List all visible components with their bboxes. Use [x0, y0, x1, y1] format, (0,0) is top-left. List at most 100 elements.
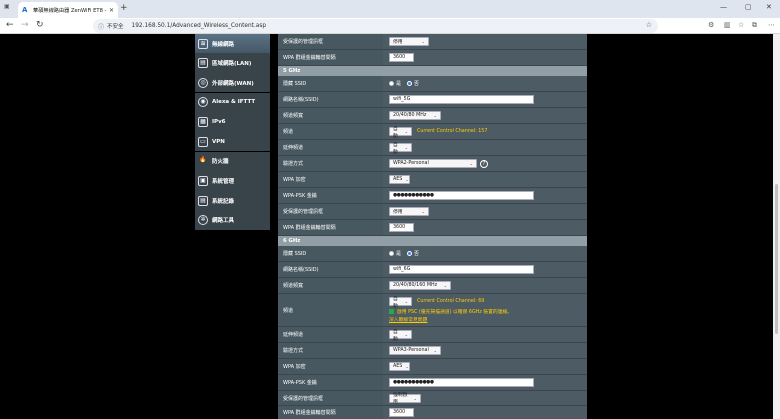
hide-ssid-no-radio[interactable]: 否	[407, 80, 419, 87]
sidebar-item-wireless[interactable]: ≋ 無線網路	[195, 34, 270, 53]
page-scrollbar[interactable]	[773, 34, 780, 419]
sidebar-item-ipv6[interactable]: ▦ IPv6	[195, 112, 270, 132]
sidebar-item-label: 網路工具	[212, 218, 235, 225]
bandwidth-label: 頻道頻寬	[278, 278, 383, 293]
ext-channel-5g-select[interactable]: 自動 ⌄	[389, 143, 412, 155]
hide-ssid-no-radio[interactable]: 否	[407, 250, 419, 257]
ext-channel-6g-select[interactable]: 自動 ⌄	[389, 329, 412, 342]
gtk-interval-5g-input[interactable]: 3600	[389, 223, 414, 232]
wpa-encryption-5g-select[interactable]: AES ⌄	[389, 175, 410, 184]
current-channel-note: Current Control Channel: 69	[417, 299, 485, 304]
settings-row: 受保護的管理訊框 停用 ⌄	[278, 204, 587, 220]
minimize-icon[interactable]: —	[720, 3, 727, 11]
sidebar-item-tools[interactable]: ✲ 網路工具	[195, 210, 270, 231]
settings-row: 驗證方式 WPA3-Personal ⌄	[278, 343, 587, 359]
protected-mgmt-label: 受保護的管理訊框	[278, 204, 383, 219]
bandwidth-5g-select[interactable]: 20/40/80 MHz ⌄	[389, 111, 441, 120]
favorites-icon[interactable]: ☆	[738, 21, 744, 29]
protected-mgmt-5g-select[interactable]: 停用 ⌄	[389, 207, 429, 216]
settings-row: WPA 群組金鑰輪替間隔 3600	[278, 406, 587, 419]
radio-dot	[389, 251, 394, 256]
channel-5g-select[interactable]: 自動 ⌄	[389, 127, 412, 139]
current-channel-note: Current Control Channel: 157	[417, 129, 488, 134]
chevron-down-icon: ⌄	[404, 129, 408, 134]
scrollbar-thumb[interactable]	[775, 184, 778, 334]
protected-mgmt-select[interactable]: 停用 ⌄	[389, 37, 429, 46]
url-box[interactable]: ⓘ 不安全 192.168.50.1/Advanced_Wireless_Con…	[93, 19, 658, 33]
settings-row: 受保護的管理訊框 停用 ⌄	[278, 34, 587, 50]
psc-checkbox[interactable]	[389, 309, 394, 314]
sidebar-item-lan[interactable]: ▤ 區域網路(LAN)	[195, 53, 270, 73]
sidebar-item-wan[interactable]: ◎ 外部網路(WAN)	[195, 72, 270, 93]
settings-row: WPA 群組金鑰輪替間隔 3600	[278, 220, 587, 236]
settings-row: 驗證方式 WPA2-Personal ⌄ ?	[278, 156, 587, 172]
bandwidth-label: 頻道頻寬	[278, 108, 383, 123]
new-tab-button[interactable]: +	[120, 3, 128, 13]
sidebar-item-firewall[interactable]: 🔥 防火牆	[195, 151, 270, 172]
wpa-psk-label: WPA-PSK 金鑰	[278, 188, 383, 203]
radio-dot	[389, 81, 394, 86]
settings-row: 受保護的管理訊框 強制啟用 ⌄	[278, 391, 587, 406]
hide-ssid-label: 隱藏 SSID	[278, 246, 383, 261]
maximize-icon[interactable]: ▢	[745, 3, 752, 11]
insecure-label: 不安全	[107, 24, 124, 30]
log-icon: ▤	[198, 195, 208, 206]
star-icon[interactable]: ☆	[646, 21, 652, 29]
close-window-icon[interactable]: ✕	[766, 3, 772, 11]
channel-6g-select[interactable]: 自動 ⌄	[389, 297, 412, 309]
browser-tab[interactable]: A 華碩無線路由器 ZenWiFi ET8 - ✕	[18, 2, 118, 18]
chevron-down-icon: ⌄	[405, 177, 409, 182]
admin-icon: ▣	[198, 176, 208, 187]
split-icon[interactable]: ▥	[724, 21, 731, 29]
collections-icon[interactable]: ⧉	[752, 21, 757, 30]
info-icon[interactable]: ⓘ	[98, 22, 104, 31]
ssid-5g-input[interactable]: wifi_5G	[389, 95, 534, 104]
tab-title: 華碩無線路由器 ZenWiFi ET8 -	[33, 7, 107, 14]
radio-label: 否	[414, 81, 420, 87]
more-icon[interactable]: ⋯	[768, 21, 775, 29]
select-value: 停用	[393, 40, 403, 45]
faq-link[interactable]: 深入瞭解常見問題	[389, 318, 427, 323]
hide-ssid-yes-radio[interactable]: 是	[389, 80, 401, 87]
wireless-settings-panel: 受保護的管理訊框 停用 ⌄ WPA 群組金鑰輪替間隔 3600 5 GHz 隱藏 …	[278, 34, 587, 419]
reload-icon[interactable]: ↻	[36, 20, 44, 30]
settings-row: 隱藏 SSID 是 否	[278, 76, 587, 92]
protected-mgmt-label: 受保護的管理訊框	[278, 391, 383, 405]
sidebar-item-alexa[interactable]: ◉ Alexa & IFTTT	[195, 92, 270, 113]
radio-dot	[407, 81, 413, 86]
auth-method-label: 驗證方式	[278, 156, 383, 171]
bandwidth-6g-select[interactable]: 20/40/80/160 MHz ⌄	[389, 281, 451, 290]
help-icon[interactable]: ?	[480, 159, 488, 168]
ssid-label: 網路名稱(SSID)	[278, 262, 383, 277]
settings-row: 頻道頻寬 20/40/80 MHz ⌄	[278, 108, 587, 124]
back-icon[interactable]: ←	[6, 20, 14, 30]
settings-row: WPA 加密 AES ⌄	[278, 172, 587, 188]
url-text[interactable]: 192.168.50.1/Advanced_Wireless_Content.a…	[132, 23, 267, 29]
menu-icon[interactable]: ▣	[4, 3, 14, 13]
sidebar-item-admin[interactable]: ▣ 系統管理	[195, 171, 270, 191]
settings-row: WPA-PSK 金鑰 ●●●●●●●●●●●	[278, 375, 587, 391]
auth-method-5g-select[interactable]: WPA2-Personal ⌄	[389, 159, 477, 168]
ssid-6g-input[interactable]: wifi_6G	[389, 265, 534, 274]
wpa-encryption-label: WPA 加密	[278, 172, 383, 187]
extensions-icon[interactable]: ⚙	[708, 21, 714, 29]
wpa-psk-5g-input[interactable]: ●●●●●●●●●●●	[389, 191, 534, 200]
sidebar-item-vpn[interactable]: ▭ VPN	[195, 132, 270, 152]
close-tab-icon[interactable]: ✕	[109, 7, 114, 14]
auth-method-6g-select[interactable]: WPA3-Personal ⌄	[389, 346, 441, 355]
settings-row: 延伸頻道 自動 ⌄	[278, 327, 587, 343]
chevron-down-icon: ⌄	[413, 395, 417, 401]
sidebar-item-log[interactable]: ▤ 系統記錄	[195, 191, 270, 211]
forward-icon[interactable]: →	[21, 20, 29, 30]
gtk-interval-6g-input[interactable]: 3600	[389, 408, 414, 417]
hide-ssid-yes-radio[interactable]: 是	[389, 250, 401, 257]
gtk-interval-label: WPA 群組金鑰輪替間隔	[278, 406, 383, 419]
gtk-interval-input[interactable]: 3600	[389, 53, 414, 62]
radio-label: 是	[396, 81, 402, 87]
select-value: 自動	[393, 329, 398, 342]
wpa-psk-6g-input[interactable]: ●●●●●●●●●●●	[389, 378, 534, 387]
protected-mgmt-6g-select[interactable]: 強制啟用 ⌄	[389, 393, 421, 405]
chevron-down-icon: ⌄	[404, 299, 408, 304]
lan-icon: ▤	[198, 57, 208, 68]
wpa-encryption-6g-select[interactable]: AES ⌄	[389, 362, 410, 371]
